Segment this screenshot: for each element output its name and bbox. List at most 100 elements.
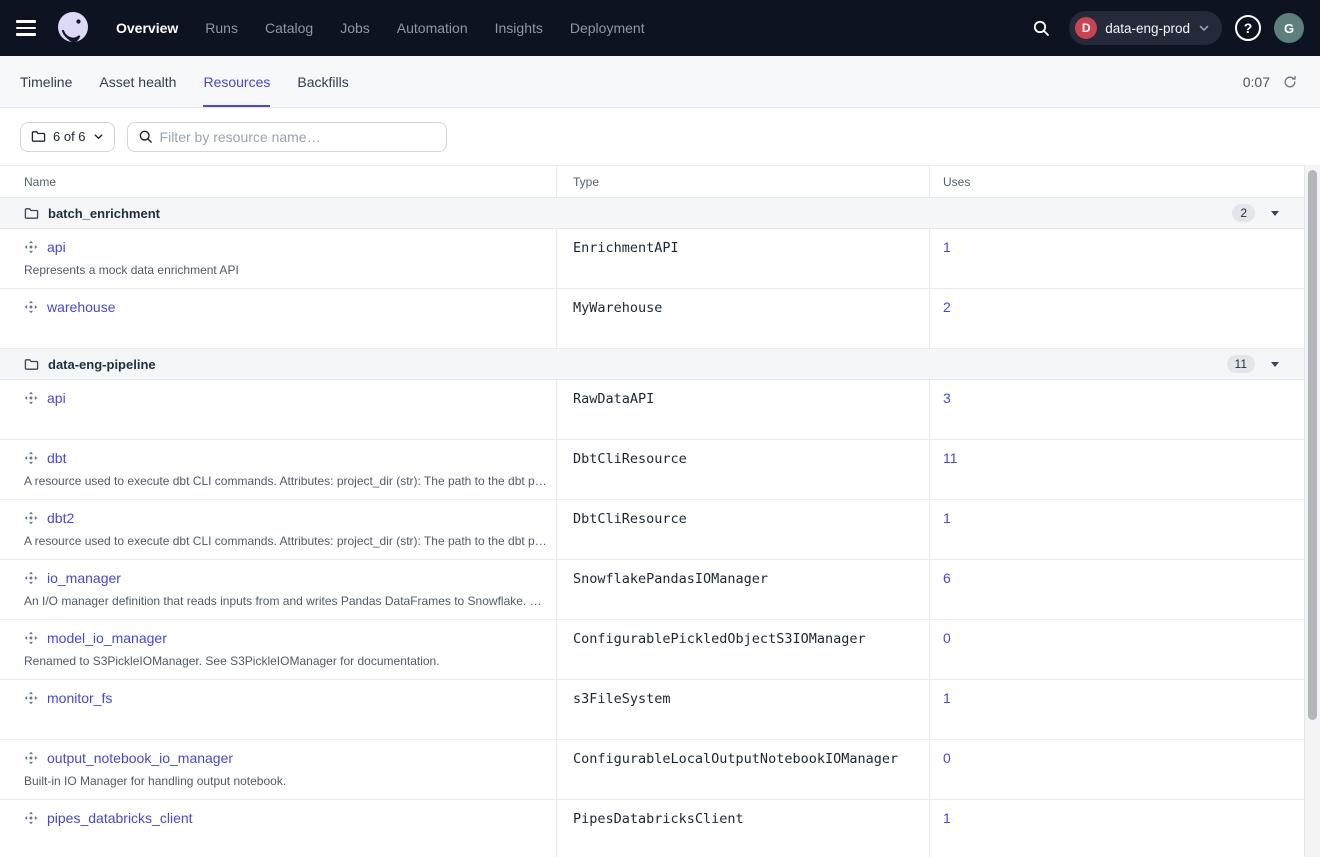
nav-item-deployment[interactable]: Deployment [570,20,645,36]
resource-uses-cell: 1 [930,229,1304,288]
refresh-timer: 0:07 [1243,74,1270,90]
scrollbar-thumb[interactable] [1308,170,1317,720]
resource-uses-link[interactable]: 11 [943,450,958,466]
resource-uses-link[interactable]: 1 [943,510,951,526]
resource-icon [24,751,38,765]
filter-count-label: 6 of 6 [53,129,86,144]
resource-name-link[interactable]: dbt [47,450,66,466]
resource-uses-cell: 1 [930,800,1304,857]
resource-uses-cell: 1 [930,500,1304,559]
group-name: data-eng-pipeline [48,357,156,372]
folder-icon [24,206,39,221]
tab-timeline[interactable]: Timeline [20,56,72,107]
tab-resources[interactable]: Resources [203,56,270,107]
user-avatar[interactable]: G [1274,13,1304,43]
resource-row-monitor-fs: monitor_fs s3FileSystem 1 [0,680,1304,740]
resource-name-link[interactable]: model_io_manager [47,630,167,646]
refresh-area: 0:07 [1243,56,1300,107]
nav-right: D data-eng-prod ? G [1026,11,1304,45]
resource-search-input[interactable] [160,129,436,145]
resource-uses-link[interactable]: 2 [943,299,951,315]
menu-icon[interactable] [16,14,44,42]
nav-item-catalog[interactable]: Catalog [265,20,313,36]
resource-name-cell: model_io_manager Renamed to S3PickleIOMa… [0,620,557,679]
resource-icon [24,571,38,585]
code-location-filter-button[interactable]: 6 of 6 [20,122,115,152]
resource-description: Represents a mock data enrichment API [24,263,549,277]
resource-icon [24,811,38,825]
resource-type-cell: PipesDatabricksClient [557,800,930,857]
resource-row-model-io-manager: model_io_manager Renamed to S3PickleIOMa… [0,620,1304,680]
folder-icon [31,129,46,144]
workspace-name: data-eng-prod [1105,21,1190,36]
resource-description: A resource used to execute dbt CLI comma… [24,474,549,488]
vertical-scrollbar[interactable] [1304,165,1320,857]
resource-uses-cell: 2 [930,289,1304,348]
workspace-switcher[interactable]: D data-eng-prod [1069,11,1222,45]
resource-row-pipes-databricks-client: pipes_databricks_client PipesDatabricksC… [0,800,1304,857]
group-row-batch-enrichment[interactable]: batch_enrichment 2 [0,198,1304,229]
resource-type: DbtCliResource [573,451,687,467]
resource-uses-link[interactable]: 0 [943,750,951,766]
group-name: batch_enrichment [48,206,160,221]
group-row-data-eng-pipeline[interactable]: data-eng-pipeline 11 [0,349,1304,380]
resource-type-cell: DbtCliResource [557,440,930,499]
top-nav: Overview Runs Catalog Jobs Automation Insight… [0,0,1320,56]
resource-name-cell: pipes_databricks_client [0,800,557,857]
resource-icon [24,511,38,525]
resource-name-link[interactable]: output_notebook_io_manager [47,750,233,766]
resource-row-dbt2: dbt2 A resource used to execute dbt CLI … [0,500,1304,560]
chevron-down-icon [93,131,104,142]
refresh-icon[interactable] [1280,72,1300,92]
resource-name-link[interactable]: api [47,239,66,255]
resource-name-link[interactable]: api [47,390,66,406]
tab-bar: Timeline Asset health Resources Backfills 0… [0,56,1320,108]
resource-name-link[interactable]: dbt2 [47,510,74,526]
resource-type: EnrichmentAPI [573,240,679,256]
resource-icon [24,391,38,405]
resources-page: Overview Runs Catalog Jobs Automation Insight… [0,0,1320,857]
resource-name-link[interactable]: pipes_databricks_client [47,810,193,826]
nav-item-overview[interactable]: Overview [116,20,178,36]
resource-name-link[interactable]: monitor_fs [47,690,112,706]
collapse-group-icon[interactable] [1268,357,1282,371]
resource-row-api: api Represents a mock data enrichment AP… [0,229,1304,289]
resource-type-cell: s3FileSystem [557,680,930,739]
resource-name-cell: api [0,380,557,439]
resource-uses-cell: 3 [930,380,1304,439]
resource-type-cell: MyWarehouse [557,289,930,348]
resource-uses-link[interactable]: 1 [943,810,951,826]
resource-name-link[interactable]: io_manager [47,570,121,586]
resource-uses-link[interactable]: 3 [943,390,951,406]
nav-item-jobs[interactable]: Jobs [340,20,370,36]
nav-item-runs[interactable]: Runs [205,20,238,36]
resource-type: PipesDatabricksClient [573,811,744,827]
resource-icon [24,240,38,254]
workspace-avatar: D [1075,17,1097,39]
help-icon[interactable]: ? [1235,15,1261,41]
collapse-group-icon[interactable] [1268,206,1282,220]
column-header-type: Type [557,166,930,197]
resource-type: ConfigurablePickledObjectS3IOManager [573,631,866,647]
resource-type-cell: SnowflakePandasIOManager [557,560,930,619]
dagster-logo-icon[interactable] [54,9,92,47]
resource-name-cell: io_manager An I/O manager definition tha… [0,560,557,619]
resource-uses-link[interactable]: 1 [943,690,951,706]
folder-icon [24,357,39,372]
resources-table: Name Type Uses batch_enrichment 2 [0,165,1304,857]
nav-item-insights[interactable]: Insights [495,20,543,36]
resource-uses-link[interactable]: 1 [943,239,951,255]
group-count-badge: 11 [1227,355,1255,373]
nav-item-automation[interactable]: Automation [397,20,468,36]
resource-uses-link[interactable]: 6 [943,570,951,586]
search-icon [138,129,153,144]
resource-uses-link[interactable]: 0 [943,630,951,646]
resource-icon [24,691,38,705]
resource-icon [24,631,38,645]
search-icon[interactable] [1026,13,1056,43]
tab-backfills[interactable]: Backfills [297,56,348,107]
resource-name-link[interactable]: warehouse [47,299,116,315]
filter-bar: 6 of 6 [0,108,1320,165]
resource-name-cell: dbt2 A resource used to execute dbt CLI … [0,500,557,559]
tab-asset-health[interactable]: Asset health [99,56,176,107]
